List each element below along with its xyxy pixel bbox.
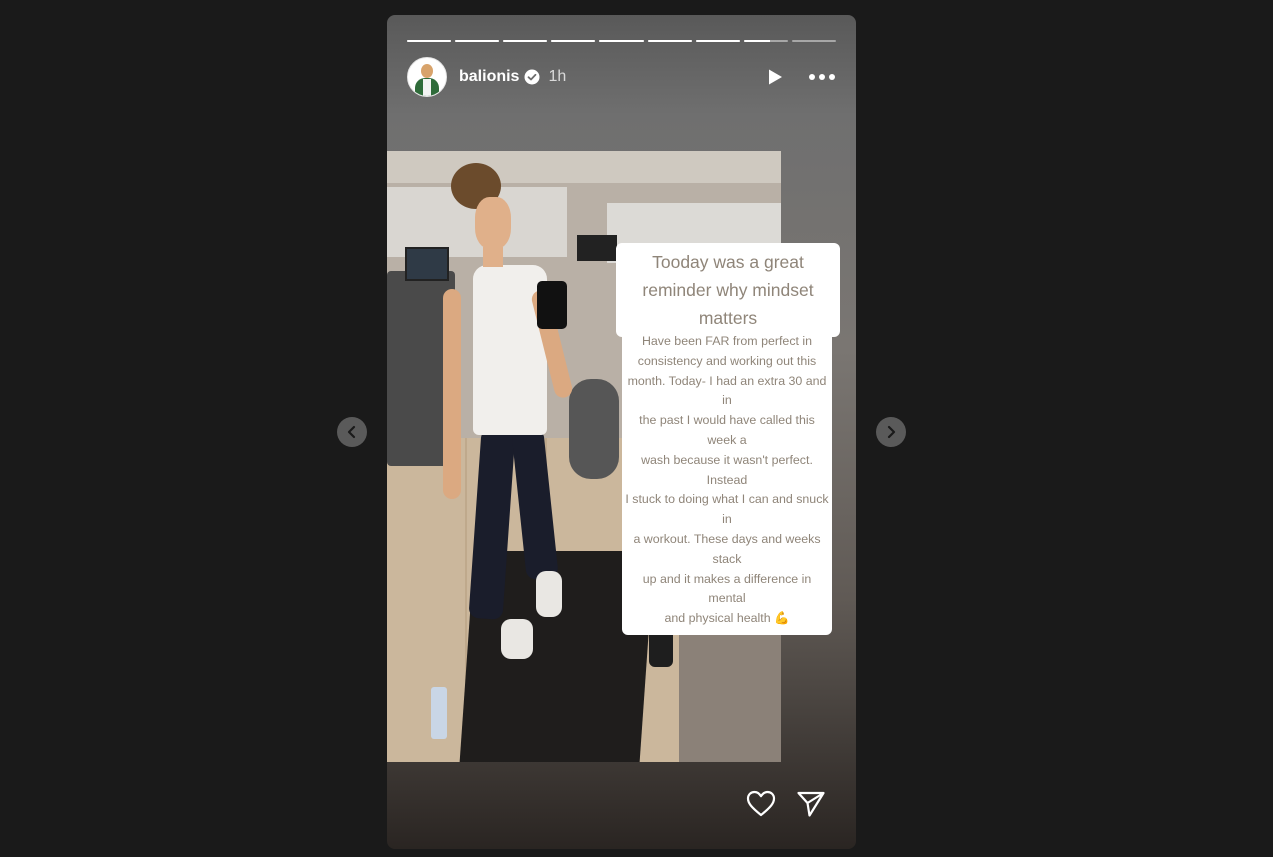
body-text-line: Have been FAR from perfect in	[641, 334, 813, 348]
story-headline-text: Tooday was a great reminder why mindset …	[616, 243, 840, 337]
progress-segment	[407, 40, 452, 42]
body-text-line: wash because it wasn't perfect. Instead	[641, 452, 813, 487]
progress-segment	[695, 40, 740, 42]
more-options-button[interactable]	[808, 73, 836, 81]
chevron-left-icon	[347, 425, 356, 439]
chevron-right-icon	[887, 425, 896, 439]
headline-line: reminder why mindset matters	[642, 280, 814, 328]
person-figure	[439, 159, 589, 679]
body-text-line: I stuck to doing what I can and snuck in	[625, 492, 829, 527]
progress-segment	[647, 40, 692, 42]
progress-segment	[599, 40, 644, 42]
progress-segment	[743, 40, 788, 42]
progress-segment	[551, 40, 596, 42]
body-text-line: and physical health 💪	[664, 611, 790, 626]
play-icon	[769, 69, 782, 85]
more-options-icon	[809, 74, 835, 80]
body-text-line: the past I would have called this week a	[639, 413, 815, 447]
play-button[interactable]	[766, 68, 784, 86]
body-text-line: month. Today- I had an extra 30 and in	[627, 373, 827, 408]
story-progress-bar	[407, 40, 836, 42]
previous-story-button[interactable]	[337, 417, 367, 447]
body-text-line: a workout. These days and weeks stack	[633, 531, 821, 566]
headline-line: Tooday was a great	[652, 252, 804, 272]
post-time: 1h	[548, 68, 567, 85]
story-viewer[interactable]: balionis 1h Tooday was a great reminder …	[387, 15, 856, 849]
progress-segment	[455, 40, 500, 42]
next-story-button[interactable]	[876, 417, 906, 447]
heart-icon	[746, 790, 776, 817]
body-text-line: consistency and working out this	[637, 353, 817, 368]
avatar[interactable]	[407, 57, 447, 97]
body-text-line: up and it makes a difference in mental	[642, 571, 812, 606]
story-footer	[387, 785, 856, 825]
story-body-text: Have been FAR from perfect in consistency…	[622, 326, 832, 635]
like-button[interactable]	[746, 790, 776, 818]
username[interactable]: balionis	[459, 68, 519, 86]
verified-badge-icon	[524, 69, 540, 85]
share-button[interactable]	[796, 790, 826, 818]
progress-segment	[791, 40, 836, 42]
send-icon	[797, 791, 825, 817]
story-header: balionis 1h	[407, 57, 836, 97]
progress-segment	[503, 40, 548, 42]
